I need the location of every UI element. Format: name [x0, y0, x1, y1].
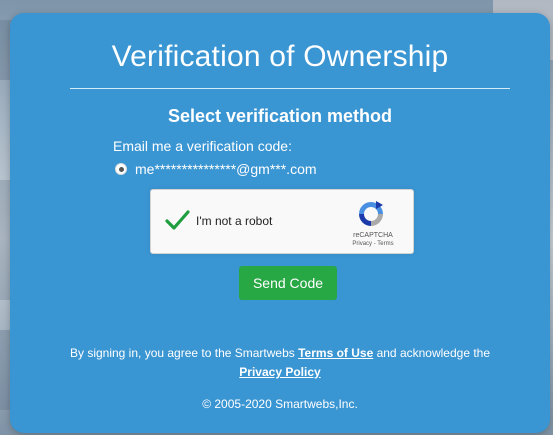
verification-card: Verification of Ownership Select verific… [10, 13, 550, 433]
legal-notice: By signing in, you agree to the Smartweb… [10, 344, 550, 382]
recaptcha-brand: reCAPTCHA [353, 232, 393, 239]
email-method-option[interactable]: me***************@gm***.com [115, 161, 317, 177]
radio-selected-icon[interactable] [115, 163, 127, 175]
recaptcha-widget[interactable]: I'm not a robot reCAPTCHA Privacy - Term… [150, 189, 414, 254]
legal-prefix: By signing in, you agree to the Smartweb… [69, 346, 299, 360]
legal-middle: and acknowledge the [373, 346, 491, 360]
radio-dot [118, 166, 124, 172]
masked-email: me***************@gm***.com [135, 161, 317, 177]
copyright-text: © 2005-2020 Smartwebs,Inc. [202, 397, 358, 411]
recaptcha-label: I'm not a robot [196, 214, 273, 228]
send-code-button[interactable]: Send Code [239, 266, 337, 300]
check-icon[interactable] [163, 206, 191, 234]
title-divider [70, 88, 510, 89]
recaptcha-logo-icon [359, 201, 383, 226]
privacy-policy-link[interactable]: Privacy Policy [239, 365, 320, 379]
terms-of-use-link[interactable]: Terms of Use [298, 346, 373, 360]
method-label: Email me a verification code: [113, 138, 292, 154]
section-subtitle: Select verification method [167, 106, 393, 126]
recaptcha-terms-link[interactable]: Privacy - Terms [343, 241, 403, 247]
page-title: Verification of Ownership [111, 40, 449, 73]
